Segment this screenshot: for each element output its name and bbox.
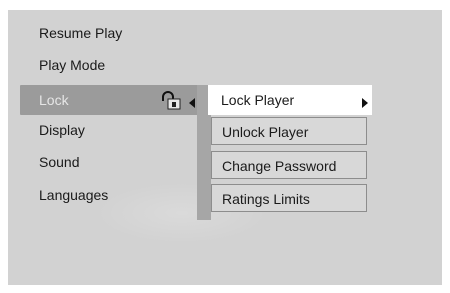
menu-item-label: Resume Play xyxy=(39,25,123,41)
menu-item-resume-play[interactable]: Resume Play xyxy=(39,25,122,41)
menu-item-label: Play Mode xyxy=(39,57,106,73)
triangle-left-icon xyxy=(189,95,196,113)
menu-item-label: Display xyxy=(39,122,85,138)
lock-icon xyxy=(160,90,182,115)
submenu-item-label: Change Password xyxy=(222,158,337,174)
menu-item-label: Lock xyxy=(39,92,69,108)
menu-item-label: Languages xyxy=(39,187,109,203)
menu-item-display[interactable]: Display xyxy=(39,122,85,138)
submenu-item-change-password[interactable]: Change Password xyxy=(211,151,367,179)
submenu-item-label: Unlock Player xyxy=(222,124,309,140)
menu-item-label: Sound xyxy=(39,154,80,170)
menu-item-play-mode[interactable]: Play Mode xyxy=(39,57,105,73)
settings-panel: Resume Play Play Mode Lock Display Sound… xyxy=(8,10,442,285)
menu-item-languages[interactable]: Languages xyxy=(39,187,108,203)
submenu-item-label: Lock Player xyxy=(221,92,295,108)
menu-item-sound[interactable]: Sound xyxy=(39,154,79,170)
submenu-item-ratings-limits[interactable]: Ratings Limits xyxy=(211,184,367,212)
submenu-item-unlock-player[interactable]: Unlock Player xyxy=(211,117,367,145)
submenu-item-lock-player[interactable]: Lock Player xyxy=(208,85,372,115)
menu-item-lock[interactable]: Lock xyxy=(20,85,203,115)
triangle-right-icon xyxy=(362,95,369,113)
submenu-item-label: Ratings Limits xyxy=(222,191,310,207)
